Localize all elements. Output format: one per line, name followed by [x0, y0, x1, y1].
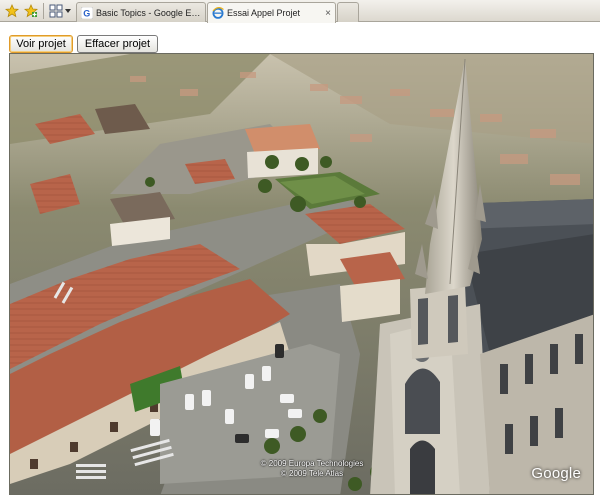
aerial-3d-town-scene	[10, 54, 593, 494]
favorites-star-icon[interactable]	[3, 2, 21, 20]
new-tab-icon[interactable]	[337, 2, 359, 22]
browser-tab-strip: G Basic Topics - Google Earth A... Essai…	[0, 0, 600, 23]
svg-text:G: G	[83, 8, 90, 18]
add-favorite-icon[interactable]	[22, 2, 40, 20]
map-copyright: © 2009 Europa Technologies © 2009 Tele A…	[242, 459, 382, 479]
voir-projet-button[interactable]: Voir projet	[9, 35, 73, 53]
copyright-tele-atlas: © 2009 Tele Atlas	[280, 469, 344, 478]
close-tab-icon[interactable]: ×	[325, 8, 331, 19]
effacer-projet-button[interactable]: Effacer projet	[77, 35, 158, 53]
tab-basic-topics[interactable]: G Basic Topics - Google Earth A...	[76, 2, 206, 22]
google-favicon: G	[81, 6, 93, 19]
copyright-europa: © 2009 Europa Technologies	[260, 459, 364, 468]
tab-label: Basic Topics - Google Earth A...	[96, 7, 201, 18]
google-earth-map-view[interactable]: © 2009 Europa Technologies © 2009 Tele A…	[9, 53, 594, 495]
tab-label: Essai Appel Projet	[227, 8, 301, 18]
toolbar-separator	[43, 3, 44, 19]
tab-essai-appel-projet[interactable]: Essai Appel Projet ×	[207, 2, 336, 23]
google-logo: Google	[531, 465, 581, 482]
tab-list-dropdown-icon[interactable]	[63, 2, 73, 20]
ie-page-icon	[212, 7, 224, 19]
